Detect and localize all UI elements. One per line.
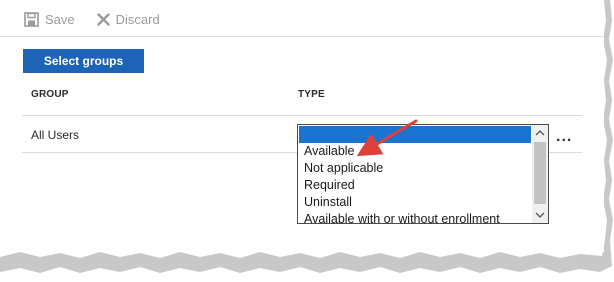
toolbar: Save Discard [24, 8, 182, 30]
chevron-up-icon [535, 130, 545, 136]
dropdown-scrollbar[interactable] [532, 125, 548, 223]
save-label: Save [45, 11, 75, 27]
column-header-type: TYPE [298, 89, 325, 100]
save-button[interactable]: Save [24, 12, 75, 27]
chevron-down-icon [535, 212, 545, 218]
type-option-uninstall[interactable]: Uninstall [299, 194, 531, 211]
type-dropdown-list[interactable]: Available Not applicable Required Uninst… [297, 124, 549, 224]
more-options-button[interactable]: ... [556, 129, 572, 145]
type-option-required[interactable]: Required [299, 177, 531, 194]
select-groups-button[interactable]: Select groups [23, 49, 144, 73]
scrollbar-thumb[interactable] [534, 142, 546, 204]
close-icon [96, 12, 110, 26]
page-panel: Save Discard Select groups GROUP TYPE Al… [0, 0, 604, 252]
save-icon [24, 11, 39, 27]
scroll-down-button[interactable] [532, 207, 548, 223]
type-option-not-applicable[interactable]: Not applicable [299, 160, 531, 177]
toolbar-divider [0, 36, 604, 37]
type-option-available-with-or-without-enrollment[interactable]: Available with or without enrollment [299, 211, 531, 223]
group-cell: All Users [31, 128, 80, 142]
discard-button[interactable]: Discard [96, 11, 160, 27]
column-header-group: GROUP [31, 89, 69, 100]
type-option-blank[interactable] [299, 126, 531, 143]
type-option-available[interactable]: Available [299, 143, 531, 160]
header-divider [22, 115, 582, 116]
scroll-up-button[interactable] [532, 125, 548, 141]
discard-label: Discard [115, 11, 160, 27]
